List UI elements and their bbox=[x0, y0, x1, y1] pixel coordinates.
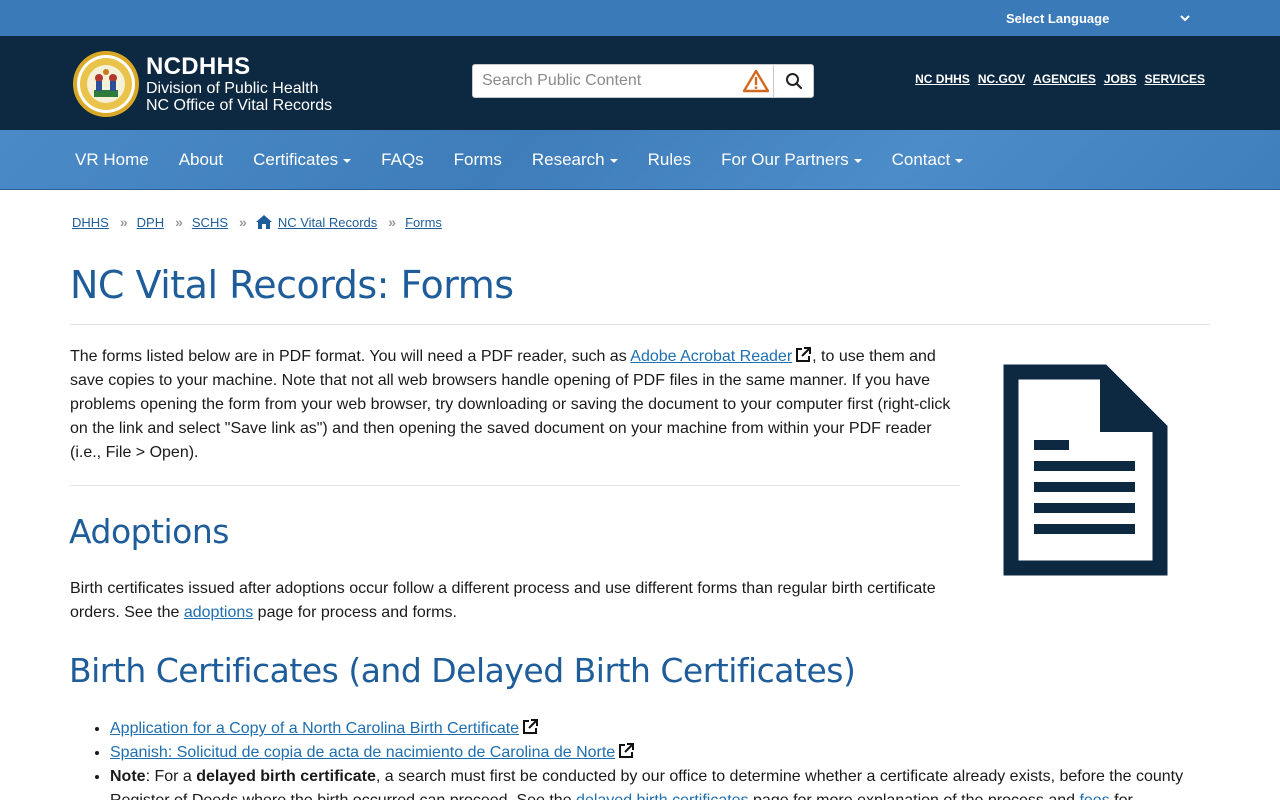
nav-item-label: About bbox=[178, 150, 224, 169]
caret-down-icon bbox=[609, 159, 618, 163]
external-link-icon bbox=[523, 719, 539, 734]
language-select-label: Select Language bbox=[1006, 10, 1110, 26]
note-text: for bbox=[1110, 792, 1133, 800]
nav-item-label: Forms bbox=[453, 150, 502, 169]
birth-forms-list: Application for a Copy of a North Caroli… bbox=[110, 717, 1210, 800]
note-label: Note bbox=[110, 768, 146, 785]
note-text: page for more explanation of the process… bbox=[749, 792, 1080, 800]
nav-item-vr-home[interactable]: VR Home bbox=[60, 150, 164, 170]
delayed-birth-certificates-link[interactable]: delayed birth certificates bbox=[576, 792, 749, 800]
nav-item-label: Research bbox=[531, 150, 605, 169]
nav-item-label: Contact bbox=[891, 150, 951, 169]
nc-state-seal-logo[interactable] bbox=[72, 50, 140, 118]
birth-certificate-application-link[interactable]: Application for a Copy of a North Caroli… bbox=[110, 720, 519, 737]
document-icon bbox=[1003, 364, 1168, 576]
search-box bbox=[472, 64, 814, 98]
fees-link[interactable]: fees bbox=[1079, 792, 1109, 800]
search-button[interactable] bbox=[773, 65, 813, 97]
nav-item-label: For Our Partners bbox=[721, 150, 849, 169]
brand-office: NC Office of Vital Records bbox=[146, 97, 333, 114]
nav-item-label: Rules bbox=[647, 150, 692, 169]
adoptions-paragraph: Birth certificates issued after adoption… bbox=[70, 577, 960, 625]
breadcrumb-separator-icon: » bbox=[388, 214, 396, 230]
brand-division: Division of Public Health bbox=[146, 80, 319, 97]
search-icon bbox=[785, 73, 802, 90]
home-icon bbox=[255, 215, 272, 229]
intro-text-start: The forms listed below are in PDF format… bbox=[70, 348, 631, 365]
language-select[interactable]: Select Language bbox=[1006, 0, 1190, 36]
nav-item-for-our-partners[interactable]: For Our Partners bbox=[706, 150, 877, 170]
breadcrumb-schs[interactable]: SCHS bbox=[192, 215, 228, 230]
util-link-agencies[interactable]: AGENCIES bbox=[1033, 72, 1096, 86]
utility-links: NC DHHS NC.GOV AGENCIES JOBS SERVICES bbox=[915, 72, 1205, 86]
list-item: Application for a Copy of a North Caroli… bbox=[110, 717, 1210, 741]
site-header: NCDHHS Division of Public Health NC Offi… bbox=[0, 36, 1280, 130]
adoptions-heading: Adoptions bbox=[69, 512, 229, 551]
breadcrumb-separator-icon: » bbox=[175, 214, 183, 230]
nav-item-certificates[interactable]: Certificates bbox=[238, 150, 366, 170]
nav-item-contact[interactable]: Contact bbox=[877, 150, 979, 170]
search-input[interactable] bbox=[473, 65, 741, 97]
nav-item-label: VR Home bbox=[75, 150, 149, 169]
brand-title: NCDHHS bbox=[146, 53, 251, 80]
brand-block[interactable]: NCDHHS Division of Public Health NC Offi… bbox=[146, 53, 333, 115]
page-title: NC Vital Records: Forms bbox=[70, 263, 514, 307]
nav-item-rules[interactable]: Rules bbox=[633, 150, 706, 170]
nav-item-forms[interactable]: Forms bbox=[439, 150, 517, 170]
nav-item-label: FAQs bbox=[381, 150, 424, 169]
external-link-icon bbox=[619, 743, 635, 758]
note-bold-text: delayed birth certificate bbox=[196, 768, 376, 785]
list-item: Note: For a delayed birth certificate, a… bbox=[110, 765, 1210, 800]
breadcrumb: DHHS » DPH » SCHS » NC Vital Records » F… bbox=[72, 214, 442, 230]
birth-certificates-heading: Birth Certificates (and Delayed Birth Ce… bbox=[69, 651, 856, 690]
caret-down-icon bbox=[343, 159, 352, 163]
nav-item-research[interactable]: Research bbox=[517, 150, 633, 170]
nav-item-about[interactable]: About bbox=[164, 150, 238, 170]
caret-down-icon bbox=[955, 159, 964, 163]
intro-paragraph: The forms listed below are in PDF format… bbox=[70, 345, 960, 465]
spanish-application-link[interactable]: Spanish: Solicitud de copia de acta de n… bbox=[110, 744, 615, 761]
breadcrumb-dph[interactable]: DPH bbox=[137, 215, 164, 230]
note-text: : For a bbox=[145, 768, 197, 785]
external-link-icon bbox=[796, 347, 812, 362]
divider bbox=[70, 485, 960, 486]
adoptions-link[interactable]: adoptions bbox=[184, 604, 253, 621]
breadcrumb-dhhs[interactable]: DHHS bbox=[72, 215, 109, 230]
chevron-down-icon bbox=[1180, 15, 1190, 22]
breadcrumb-separator-icon: » bbox=[119, 214, 128, 230]
adobe-acrobat-reader-link[interactable]: Adobe Acrobat Reader bbox=[630, 348, 792, 365]
util-link-services[interactable]: SERVICES bbox=[1145, 72, 1205, 86]
warning-icon bbox=[741, 66, 771, 96]
main-nav: VR Home About Certificates FAQs Forms Re… bbox=[0, 130, 1280, 190]
breadcrumb-separator-icon: » bbox=[239, 214, 247, 230]
nav-item-faqs[interactable]: FAQs bbox=[366, 150, 439, 170]
caret-down-icon bbox=[853, 159, 862, 163]
util-link-jobs[interactable]: JOBS bbox=[1104, 72, 1137, 86]
list-item: Spanish: Solicitud de copia de acta de n… bbox=[110, 741, 1210, 765]
language-bar: Select Language bbox=[0, 0, 1280, 36]
adoptions-text-end: page for process and forms. bbox=[253, 604, 457, 621]
breadcrumb-nc-vital-records[interactable]: NC Vital Records bbox=[278, 215, 377, 230]
nav-item-label: Certificates bbox=[253, 150, 339, 169]
breadcrumb-forms[interactable]: Forms bbox=[405, 215, 442, 230]
util-link-ncgov[interactable]: NC.GOV bbox=[978, 72, 1025, 86]
util-link-ncdhhs[interactable]: NC DHHS bbox=[915, 72, 970, 86]
divider bbox=[70, 324, 1210, 325]
